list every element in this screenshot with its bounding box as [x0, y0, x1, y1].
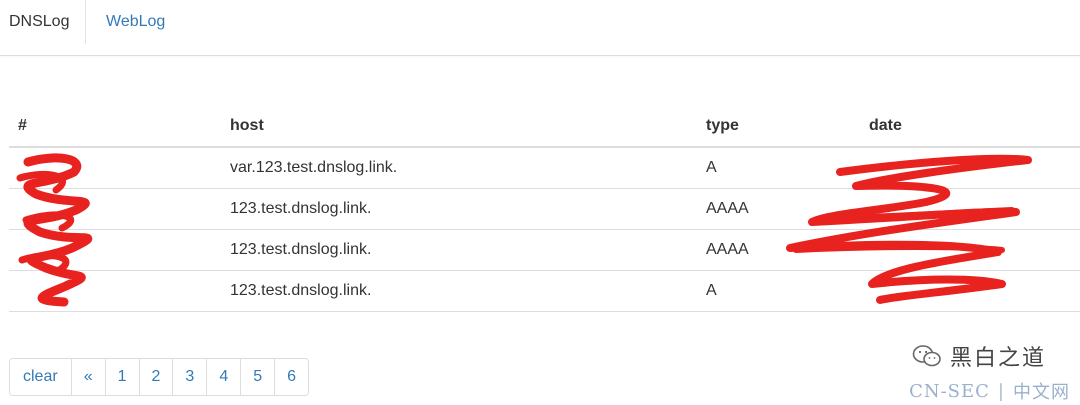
row-id: [9, 270, 221, 312]
top-navbar: DNSLog WebLog: [0, 0, 1080, 56]
row-host: 123.test.dnslog.link.: [221, 229, 697, 271]
column-header-date: date: [860, 106, 1080, 148]
page-1-button[interactable]: 1: [104, 359, 139, 395]
wechat-icon: [912, 345, 941, 367]
prev-page-button[interactable]: «: [70, 359, 105, 395]
site-separator: |: [997, 380, 1005, 402]
watermark-text: 黑白之道: [949, 346, 1046, 371]
column-header-type: type: [697, 106, 860, 148]
tab-dnslog[interactable]: DNSLog: [0, 0, 86, 44]
row-id: [9, 188, 221, 230]
site-watermark: CN-SEC | 中文网: [909, 378, 1070, 404]
row-host: 123.test.dnslog.link.: [221, 188, 697, 230]
row-id: [9, 147, 221, 189]
row-type: AAAA: [697, 188, 860, 230]
table-row: var.123.test.dnslog.link. A: [9, 147, 1080, 189]
page-2-button[interactable]: 2: [138, 359, 173, 395]
clear-button[interactable]: clear: [10, 359, 71, 395]
site-name-left: CN-SEC: [909, 380, 990, 402]
dns-log-table: # host type date var.123.test.dnslog.lin…: [9, 106, 1080, 312]
table-row: 123.test.dnslog.link. AAAA: [9, 229, 1080, 271]
tab-weblog[interactable]: WebLog: [106, 0, 165, 44]
table-row: 123.test.dnslog.link. AAAA: [9, 188, 1080, 230]
page-4-button[interactable]: 4: [206, 359, 241, 395]
row-id: [9, 229, 221, 271]
row-host: var.123.test.dnslog.link.: [221, 147, 697, 189]
row-type: A: [697, 270, 860, 312]
page-3-button[interactable]: 3: [172, 359, 207, 395]
row-type: A: [697, 147, 860, 189]
pagination: clear « 1 2 3 4 5 6: [9, 358, 310, 396]
page-6-button[interactable]: 6: [274, 359, 309, 395]
row-date: [860, 229, 1080, 271]
table-header-row: # host type date: [9, 106, 1080, 148]
column-header-host: host: [221, 106, 697, 148]
site-name-right: 中文网: [1013, 382, 1070, 403]
row-date: [860, 147, 1080, 189]
table-row: 123.test.dnslog.link. A: [9, 270, 1080, 312]
row-date: [860, 188, 1080, 230]
row-date: [860, 270, 1080, 312]
page-5-button[interactable]: 5: [240, 359, 275, 395]
row-host: 123.test.dnslog.link.: [221, 270, 697, 312]
watermark: 黑白之道: [912, 340, 1046, 372]
row-type: AAAA: [697, 229, 860, 271]
column-header-id: #: [9, 106, 221, 148]
